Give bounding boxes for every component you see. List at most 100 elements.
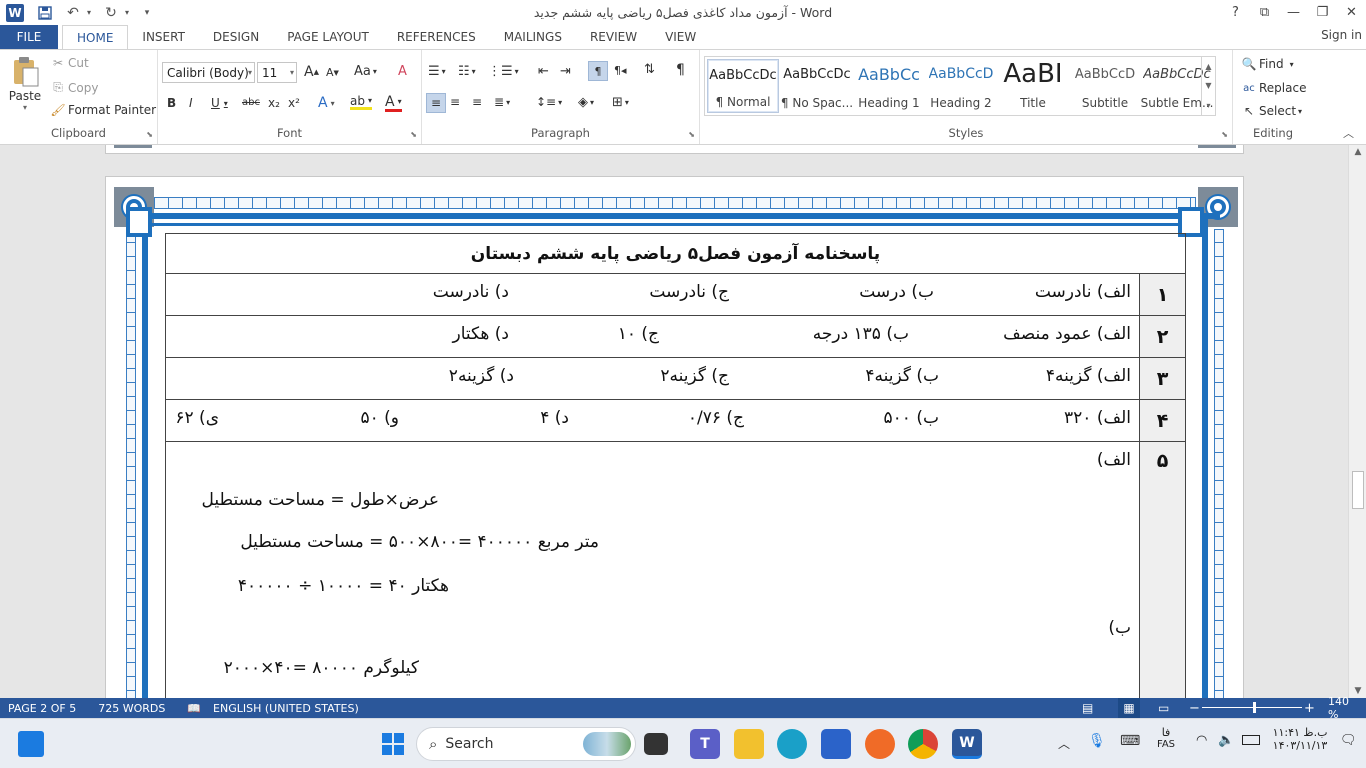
shrink-font-button[interactable]: A ▼ (326, 66, 339, 79)
undo-dropdown-icon[interactable]: ▾ (84, 2, 94, 24)
close-button[interactable]: ✕ (1337, 0, 1366, 24)
tab-page-layout[interactable]: PAGE LAYOUT (273, 25, 383, 49)
collapse-ribbon-icon[interactable]: ︿ (1343, 125, 1354, 141)
answer-cell[interactable]: الف) عمود منصف ب) ۱۳۵ درجه ج) ۱۰ د) هکتا… (165, 315, 1140, 358)
proofing-icon[interactable]: 📖 (187, 702, 201, 715)
show-marks-button[interactable]: ¶ (676, 62, 685, 78)
notifications-icon[interactable]: 🗨 (1340, 733, 1357, 748)
zoom-in-button[interactable]: + (1304, 701, 1315, 716)
tab-view[interactable]: VIEW (651, 25, 710, 49)
underline-button[interactable]: U ▾ (211, 96, 228, 110)
teams-icon[interactable]: T (690, 729, 720, 759)
answer-cell[interactable]: الف) گزینه۴ ب) گزینه۴ ج) گزینه۲ د) گزینه… (165, 357, 1140, 400)
tab-insert[interactable]: INSERT (128, 25, 199, 49)
grow-font-button[interactable]: A ▲ (304, 64, 319, 80)
volume-icon[interactable]: 🔈 (1218, 733, 1234, 748)
document-page[interactable]: پاسخنامه آزمون فصل۵ ریاضی پایه ششم دبستا… (106, 177, 1243, 698)
redo-icon[interactable]: ↻ (100, 2, 122, 24)
vertical-scrollbar[interactable]: ▲ ▼ (1348, 145, 1366, 698)
tab-review[interactable]: REVIEW (576, 25, 651, 49)
superscript-button[interactable]: x² (288, 96, 300, 110)
ltr-direction-button[interactable]: ¶ (588, 61, 608, 81)
answer-cell[interactable]: الف) ۳۲۰ ب) ۵۰۰ ج) ۰/۷۶ د) ۴ و) ۵۰ ی) ۶۲ (165, 399, 1140, 442)
taskbar-search[interactable]: ⌕ Search (416, 727, 636, 761)
replace-button[interactable]: ac Replace (1241, 81, 1306, 95)
style-heading-2[interactable]: AaBbCcD Heading 2 (925, 59, 997, 113)
cut-button[interactable]: ✂ Cut (50, 56, 89, 70)
zoom-slider-thumb[interactable] (1253, 702, 1256, 713)
select-button[interactable]: ↖ Select ▾ (1241, 104, 1302, 118)
paste-dropdown-icon[interactable]: ▾ (23, 103, 27, 112)
word-app-icon[interactable]: W (6, 3, 24, 22)
strikethrough-button[interactable]: abc (242, 97, 260, 108)
paste-button[interactable]: Paste ▾ (8, 56, 42, 112)
line-spacing-button[interactable]: ↕≡ ▾ (536, 95, 562, 109)
clock[interactable]: ۱۱:۴۱ ب.ظ ۱۴۰۳/۱۱/۱۳ (1272, 726, 1328, 752)
undo-icon[interactable]: ↶ (62, 2, 84, 24)
scroll-down-icon[interactable]: ▼ (1349, 684, 1366, 698)
styles-scroll[interactable]: ▲ ▼ ▾ (1201, 57, 1215, 115)
keyboard-icon[interactable]: ⌨ (1120, 733, 1140, 749)
minimize-button[interactable]: — (1279, 0, 1308, 24)
zoom-slider[interactable] (1202, 702, 1302, 713)
page-indicator[interactable]: PAGE 2 OF 5 (8, 702, 76, 715)
find-button[interactable]: 🔍 Find ▾ (1241, 57, 1294, 71)
answer-cell[interactable]: الف) عرض×طول = مساحت مستطیل متر مربع ۴۰۰… (165, 441, 1140, 698)
tab-home[interactable]: HOME (62, 25, 129, 49)
multilevel-list-button[interactable]: ⋮☰ ▾ (488, 64, 519, 79)
italic-button[interactable]: I (189, 96, 193, 110)
font-name-select[interactable]: Calibri (Body) ▾ (162, 62, 255, 83)
change-case-button[interactable]: Aa ▾ (354, 64, 377, 79)
style-no-spacing[interactable]: AaBbCcDc ¶ No Spac... (781, 59, 853, 113)
styles-more-icon[interactable]: ▾ (1206, 101, 1210, 110)
highlight-button[interactable]: ab ▾ (350, 95, 372, 110)
scroll-thumb[interactable] (1352, 471, 1364, 509)
input-language[interactable]: فا FAS (1154, 726, 1178, 750)
copy-button[interactable]: ⎘ Copy (50, 80, 98, 95)
shading-button[interactable]: ◈ ▾ (578, 95, 594, 110)
battery-icon[interactable] (1242, 735, 1260, 745)
font-launcher-icon[interactable]: ⬊ (410, 130, 417, 139)
firefox-icon[interactable] (865, 729, 895, 759)
task-view-icon[interactable] (644, 733, 668, 755)
wifi-icon[interactable]: ◠ (1196, 733, 1207, 748)
scroll-up-icon[interactable]: ▲ (1349, 145, 1366, 159)
style-normal[interactable]: AaBbCcDc ¶ Normal (707, 59, 779, 113)
tab-file[interactable]: FILE (0, 25, 58, 49)
rtl-direction-button[interactable]: ¶◂ (614, 64, 627, 77)
paragraph-launcher-icon[interactable]: ⬊ (688, 130, 695, 139)
help-button[interactable]: ? (1221, 0, 1250, 24)
text-effects-button[interactable]: A ▾ (318, 95, 335, 111)
redo-dropdown-icon[interactable]: ▾ (122, 2, 132, 24)
font-size-select[interactable]: 11 ▾ (257, 62, 297, 83)
microphone-icon[interactable]: 🎙 (1088, 733, 1106, 749)
styles-launcher-icon[interactable]: ⬊ (1221, 130, 1228, 139)
zoom-out-button[interactable]: − (1189, 701, 1200, 716)
web-layout-icon[interactable]: ▭ (1158, 701, 1169, 715)
style-heading-1[interactable]: AaBbCc Heading 1 (853, 59, 925, 113)
styles-scroll-up-icon[interactable]: ▲ (1205, 62, 1211, 71)
read-mode-icon[interactable]: ▤ (1082, 701, 1093, 715)
tab-mailings[interactable]: MAILINGS (490, 25, 576, 49)
file-explorer-icon[interactable] (734, 729, 764, 759)
tab-design[interactable]: DESIGN (199, 25, 273, 49)
bold-button[interactable]: B (167, 96, 176, 110)
clear-formatting-button[interactable]: A (398, 64, 407, 79)
chrome-icon[interactable] (908, 729, 938, 759)
clipboard-launcher-icon[interactable]: ⬊ (146, 130, 153, 139)
numbering-button[interactable]: ☷ ▾ (458, 64, 476, 79)
show-hidden-icons-icon[interactable]: ︿ (1058, 735, 1070, 752)
print-layout-icon[interactable]: ▦ (1118, 698, 1140, 718)
increase-indent-button[interactable]: ⇥ (560, 64, 571, 79)
tab-references[interactable]: REFERENCES (383, 25, 490, 49)
center-button[interactable]: ≡ (450, 95, 460, 109)
widgets-icon[interactable] (18, 731, 44, 757)
ribbon-display-options-button[interactable]: ⧉ (1250, 0, 1279, 24)
answer-cell[interactable]: الف) نادرست ب) درست ج) نادرست د) نادرست (165, 273, 1140, 316)
styles-scroll-down-icon[interactable]: ▼ (1205, 81, 1211, 90)
store-icon[interactable] (821, 729, 851, 759)
align-left-button[interactable]: ≡ (426, 93, 446, 113)
save-icon[interactable] (34, 2, 56, 24)
align-right-button[interactable]: ≡ (472, 95, 482, 109)
font-color-button[interactable]: A ▾ (385, 95, 402, 112)
